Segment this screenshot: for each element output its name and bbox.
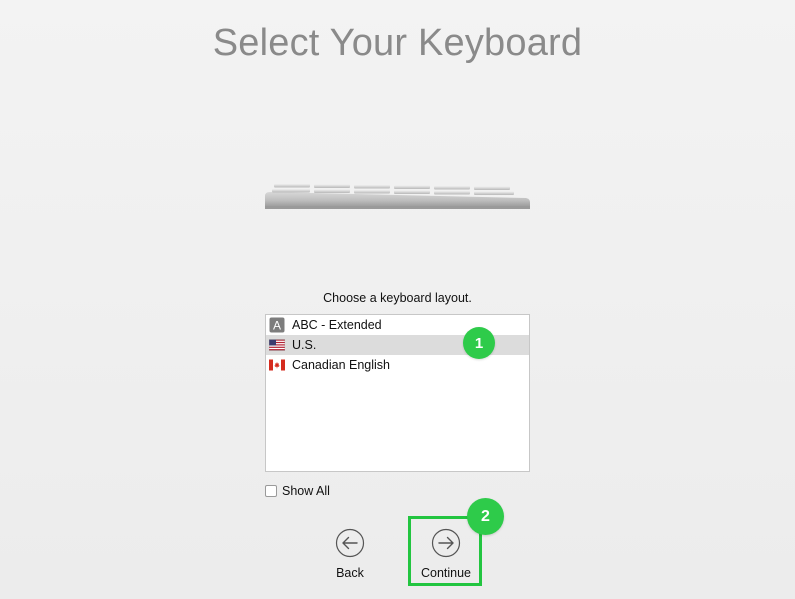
- canada-flag-icon: [269, 359, 285, 371]
- page-title: Select Your Keyboard: [212, 22, 583, 64]
- back-arrow-icon: [335, 528, 365, 558]
- back-button[interactable]: Back: [320, 528, 380, 580]
- abc-letter-icon: A: [269, 317, 285, 333]
- annotation-badge-1: 1: [463, 327, 495, 359]
- layout-row-canadian-english[interactable]: Canadian English: [266, 355, 529, 375]
- svg-text:A: A: [273, 319, 281, 333]
- layout-label: U.S.: [292, 338, 317, 352]
- annotation-badge-2: 2: [467, 498, 504, 535]
- show-all-option[interactable]: Show All: [265, 484, 330, 498]
- layout-label: ABC - Extended: [292, 318, 382, 332]
- keyboard-illustration: [265, 184, 530, 209]
- keyboard-layout-prompt: Choose a keyboard layout.: [323, 291, 472, 305]
- show-all-label: Show All: [282, 484, 330, 498]
- us-flag-icon: [269, 339, 285, 351]
- back-label: Back: [336, 566, 364, 580]
- layout-label: Canadian English: [292, 358, 390, 372]
- show-all-checkbox[interactable]: [265, 485, 277, 497]
